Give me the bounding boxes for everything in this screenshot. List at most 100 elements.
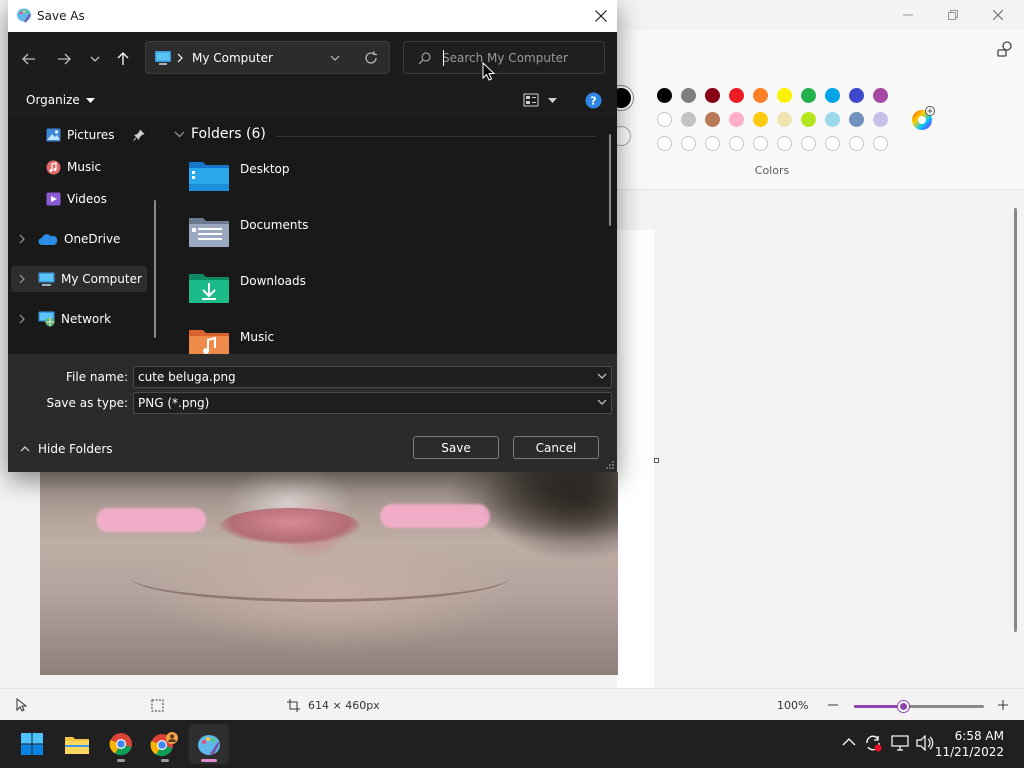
minus-icon [828,704,838,706]
color-swatch[interactable] [681,88,696,103]
caret-down-icon [85,97,95,103]
volume-tray-button[interactable] [916,735,934,751]
restore-button[interactable] [930,0,976,30]
canvas-scrollbar[interactable] [1014,208,1017,632]
chevron-down-icon[interactable] [597,373,607,379]
color-swatch[interactable] [825,88,840,103]
canvas[interactable] [617,230,654,688]
breadcrumb-current[interactable]: My Computer [192,51,273,65]
color-swatch[interactable] [705,88,720,103]
hide-folders-button[interactable]: Hide Folders [20,442,113,456]
color-swatch[interactable] [681,112,696,127]
cancel-button[interactable]: Cancel [513,436,599,459]
edit-colors-button[interactable] [910,106,936,132]
expand-chevron-icon[interactable] [18,314,26,324]
paint-ribbon [609,30,1024,190]
taskbar-chrome-profile[interactable] [145,724,185,764]
color-swatch[interactable] [657,88,672,103]
search-input[interactable] [442,48,592,68]
zoom-slider-thumb[interactable] [898,701,910,712]
folders-group-header[interactable]: Folders (6) [174,126,266,142]
nav-item-music[interactable]: Music [46,154,101,180]
custom-color-slot[interactable] [657,136,672,151]
copilot-button[interactable] [996,40,1014,58]
zoom-out-button[interactable] [827,697,839,711]
view-options-button[interactable] [523,93,557,107]
custom-color-slot[interactable] [777,136,792,151]
folder-documents[interactable]: Documents [188,214,308,258]
taskbar-clock[interactable]: 6:58 AM 11/21/2022 [935,728,1004,760]
taskbar-file-explorer[interactable] [57,724,97,764]
save-type-select[interactable]: PNG (*.png) [133,392,612,414]
nav-item-network[interactable]: Network [18,306,111,332]
custom-color-slot[interactable] [873,136,888,151]
file-list: Folders (6) Desktop Documents Downloads [166,116,617,354]
custom-color-slot[interactable] [705,136,720,151]
custom-color-slot[interactable] [801,136,816,151]
expand-chevron-icon[interactable] [18,234,26,244]
help-button[interactable]: ? [585,92,602,109]
custom-color-slot[interactable] [753,136,768,151]
color-swatch[interactable] [849,112,864,127]
forward-button[interactable] [51,48,77,70]
custom-color-slot[interactable] [729,136,744,151]
color-swatch[interactable] [873,88,888,103]
color-swatch[interactable] [753,88,768,103]
color-swatch[interactable] [705,112,720,127]
search-box[interactable] [403,41,605,74]
file-name-field[interactable]: cute beluga.png [133,366,612,388]
back-button[interactable] [16,48,42,70]
organize-button[interactable]: Organize [26,93,95,107]
taskbar-paint[interactable] [189,724,229,764]
address-history-button[interactable] [330,55,340,61]
file-list-scrollbar[interactable] [609,134,611,226]
hide-folders-label: Hide Folders [38,442,113,456]
color-swatch[interactable] [729,112,744,127]
zoom-in-button[interactable] [997,697,1009,711]
color-swatch[interactable] [873,112,888,127]
nav-item-onedrive[interactable]: OneDrive [18,226,120,252]
dialog-titlebar[interactable]: Save As [8,0,617,32]
minimize-button[interactable] [885,0,931,30]
refresh-button[interactable] [364,51,378,65]
address-bar[interactable]: My Computer [145,41,390,74]
taskbar-chrome[interactable] [101,724,141,764]
save-button[interactable]: Save [413,436,499,459]
show-hidden-icons-button[interactable] [842,737,856,747]
canvas-resize-handle[interactable] [654,458,659,463]
close-paint-button[interactable] [975,0,1021,30]
up-button[interactable] [110,48,136,70]
color-swatch[interactable] [729,88,744,103]
recent-locations-button[interactable] [82,48,108,70]
custom-color-slot[interactable] [681,136,696,151]
color-swatch[interactable] [801,112,816,127]
color-swatch[interactable] [849,88,864,103]
color-swatch[interactable] [801,88,816,103]
help-icon: ? [585,92,602,109]
color-swatch[interactable] [777,88,792,103]
expand-chevron-icon[interactable] [18,274,26,284]
custom-color-slot[interactable] [825,136,840,151]
folder-downloads[interactable]: Downloads [188,270,306,314]
arrow-right-icon [58,53,71,65]
custom-color-slot[interactable] [849,136,864,151]
folder-music[interactable]: Music [188,326,274,354]
nav-item-pictures[interactable]: Pictures [46,122,115,148]
pin-button[interactable] [133,129,145,141]
zoom-slider[interactable] [854,701,984,712]
nav-item-videos[interactable]: Videos [46,186,107,212]
navigation-pane-scrollbar[interactable] [154,200,156,338]
nav-item-my-computer[interactable]: My Computer [11,266,147,292]
caret-down-icon [548,97,557,103]
color-swatch[interactable] [825,112,840,127]
folder-name: Desktop [240,162,290,176]
folder-desktop[interactable]: Desktop [188,158,290,202]
color-swatch[interactable] [753,112,768,127]
dialog-close-button[interactable] [585,0,617,32]
resize-grip-icon[interactable] [606,461,614,469]
network-tray-button[interactable] [891,735,909,751]
color-swatch[interactable] [657,112,672,127]
start-button[interactable] [12,724,52,764]
color-swatch[interactable] [777,112,792,127]
sync-tray-button[interactable] [864,734,882,752]
